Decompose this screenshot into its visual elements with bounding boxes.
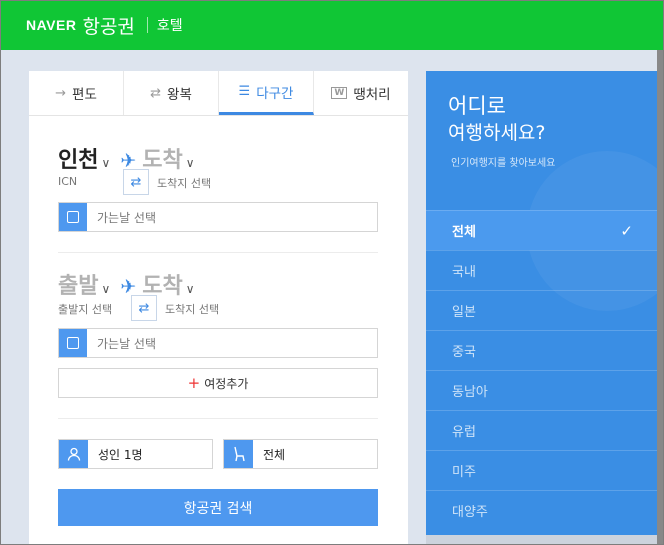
tab-label: 땡처리: [353, 87, 391, 103]
panel-title-line2: 여행하세요?: [448, 122, 546, 144]
tab-one-way[interactable]: → 편도: [29, 71, 124, 115]
top-nav-bar: NAVER 항공권 호텔: [0, 0, 664, 50]
arrow-right-icon: →: [55, 85, 67, 101]
background-image-edge: [657, 50, 664, 545]
panel-bottom-strip: [426, 535, 657, 545]
tab-last-minute[interactable]: W 땡처리: [314, 71, 408, 115]
region-label: 동남아: [452, 385, 488, 400]
origin-city[interactable]: 출발: [58, 268, 98, 300]
seat-class-select[interactable]: 전체: [223, 439, 378, 469]
add-trip-label: 여정추가: [204, 376, 249, 391]
panel-title-line1: 어디로: [448, 94, 506, 118]
sale-tag-icon: W: [331, 87, 348, 99]
chevron-down-icon[interactable]: ∨: [186, 282, 195, 296]
naver-logo[interactable]: NAVER: [26, 17, 76, 33]
tab-label: 다구간: [256, 85, 294, 102]
region-item-southeast-asia[interactable]: 동남아: [426, 370, 657, 410]
seat-class-value: 전체: [263, 447, 286, 462]
segment-divider: [58, 252, 378, 253]
segment-1-route: 인천 ∨ ✈ 도착 ∨: [58, 142, 378, 174]
destination-hint[interactable]: 도착지 선택: [165, 301, 219, 317]
tab-label: 왕복: [167, 87, 192, 103]
passenger-select[interactable]: 성인 1명: [58, 439, 213, 469]
person-icon: [59, 440, 88, 468]
region-label: 대양주: [452, 505, 488, 520]
trip-type-tabs: → 편도 ⇄ 왕복 ☰ 다구간 W 땡처리: [29, 71, 408, 116]
destination-hint[interactable]: 도착지 선택: [157, 175, 211, 191]
passenger-value: 성인 1명: [98, 447, 143, 462]
departure-date-field[interactable]: 가는날 선택: [58, 328, 378, 358]
section-divider: [58, 418, 378, 419]
tab-round-trip[interactable]: ⇄ 왕복: [124, 71, 219, 115]
chevron-down-icon[interactable]: ∨: [101, 282, 110, 296]
checkmark-icon: ✓: [620, 221, 633, 240]
region-item-china[interactable]: 중국: [426, 330, 657, 370]
date-placeholder: 가는날 선택: [97, 336, 157, 351]
segment-2-route: 출발 ∨ ✈ 도착 ∨: [58, 268, 378, 300]
region-item-americas[interactable]: 미주: [426, 450, 657, 490]
chevron-down-icon[interactable]: ∨: [101, 156, 110, 170]
calendar-icon: [59, 203, 87, 231]
destination-panel: 어디로여행하세요? 인기여행지를 찾아보세요 전체 ✓ 국내 일본 중국 동남아 …: [426, 71, 657, 545]
chevron-down-icon[interactable]: ∨: [186, 156, 195, 170]
flights-title[interactable]: 항공권: [82, 12, 134, 39]
nav-divider: [146, 17, 148, 33]
origin-city[interactable]: 인천: [58, 142, 98, 174]
region-item-oceania[interactable]: 대양주: [426, 490, 657, 530]
swap-arrows-icon: ⇄: [150, 85, 162, 101]
origin-code: ICN: [58, 175, 78, 188]
region-label: 미주: [452, 465, 476, 480]
tab-multi-city[interactable]: ☰ 다구간: [219, 71, 314, 115]
panel-hint: 인기여행지를 찾아보세요: [451, 158, 556, 169]
seat-icon: [224, 440, 253, 468]
region-item-europe[interactable]: 유럽: [426, 410, 657, 450]
region-label: 전체: [452, 225, 476, 240]
region-label: 유럽: [452, 425, 476, 440]
swap-route-icon[interactable]: ⇄: [123, 169, 149, 195]
region-item-all[interactable]: 전체 ✓: [426, 210, 657, 250]
swap-route-icon[interactable]: ⇄: [131, 295, 157, 321]
add-trip-button[interactable]: + 여정추가: [58, 368, 378, 398]
departure-date-field[interactable]: 가는날 선택: [58, 202, 378, 232]
panel-title: 어디로여행하세요?: [448, 93, 546, 146]
region-item-domestic[interactable]: 국내: [426, 250, 657, 290]
plus-icon: +: [187, 374, 201, 392]
region-item-japan[interactable]: 일본: [426, 290, 657, 330]
region-label: 국내: [452, 265, 476, 280]
tab-label: 편도: [72, 87, 97, 103]
hotel-link[interactable]: 호텔: [157, 15, 183, 35]
search-flights-button[interactable]: 항공권 검색: [58, 489, 378, 526]
calendar-icon: [59, 329, 87, 357]
multi-route-icon: ☰: [238, 84, 251, 99]
region-label: 중국: [452, 345, 476, 360]
region-list: 전체 ✓ 국내 일본 중국 동남아 유럽 미주 대양주: [426, 210, 657, 530]
date-placeholder: 가는날 선택: [97, 210, 157, 225]
origin-hint[interactable]: 출발지 선택: [58, 301, 112, 317]
search-form-card: → 편도 ⇄ 왕복 ☰ 다구간 W 땡처리 인천 ∨ ✈ 도착 ∨ ICN ⇄ 도착지 선택 가…: [29, 71, 408, 545]
region-label: 일본: [452, 305, 476, 320]
